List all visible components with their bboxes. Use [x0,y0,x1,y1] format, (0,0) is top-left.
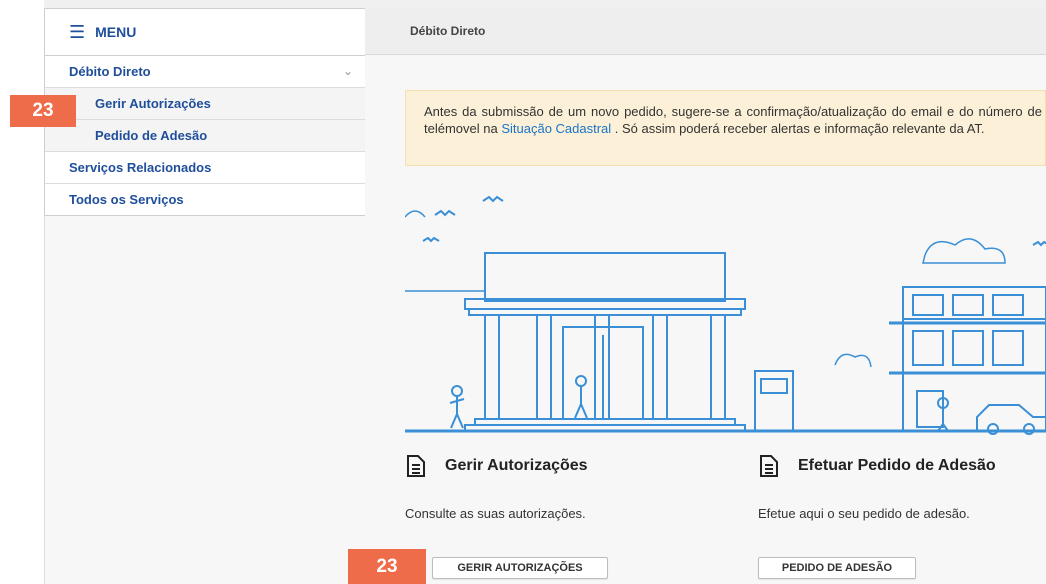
sidebar-item-label: Todos os Serviços [69,192,184,207]
content-header: Débito Direto [365,8,1046,55]
bank-illustration [405,195,1046,435]
card-title: Efetuar Pedido de Adesão [798,457,996,474]
pedido-adesao-button[interactable]: PEDIDO DE ADESÃO [758,557,916,579]
sidebar-item-pedido-adesao[interactable]: Pedido de Adesão [45,120,365,152]
sidebar-item-label: Serviços Relacionados [69,160,212,175]
sidebar-item-gerir-autorizacoes[interactable]: Gerir Autorizações [45,88,365,120]
document-icon [407,455,425,477]
sidebar-item-debito-direto[interactable]: Débito Direto ⌄ [45,56,365,88]
step-badge-button: 23 [348,549,426,584]
card-title: Gerir Autorizações [445,457,588,474]
sidebar-item-label: Débito Direto [69,64,151,79]
hamburger-icon[interactable]: ☰ [69,22,85,43]
info-alert: Antes da submissão de um novo pedido, su… [405,90,1046,166]
sidebar-menu: ☰ MENU Débito Direto ⌄ Gerir Autorizaçõe… [44,8,366,216]
chevron-down-icon[interactable]: ⌄ [343,64,353,78]
sidebar-item-label: Pedido de Adesão [95,128,208,143]
gerir-autorizacoes-button[interactable]: GERIR AUTORIZAÇÕES [432,557,608,579]
main-content: Antes da submissão de um novo pedido, su… [365,55,1046,584]
sidebar-item-servicos-relacionados[interactable]: Serviços Relacionados [45,152,365,184]
alert-text: Antes da submissão de um novo pedido, su… [424,103,1042,137]
card-description: Consulte as suas autorizações. [405,506,586,521]
menu-title: MENU [95,24,137,40]
document-icon [760,455,778,477]
alert-text-after: . Só assim poderá receber alertas e info… [611,121,985,136]
menu-toggle[interactable]: ☰ MENU [45,9,365,56]
situacao-cadastral-link[interactable]: Situação Cadastral [501,121,611,136]
sidebar-item-todos-servicos[interactable]: Todos os Serviços [45,184,365,215]
step-badge-sidebar: 23 [10,95,76,127]
sidebar-item-label: Gerir Autorizações [95,96,211,111]
page-title: Débito Direto [410,24,486,38]
card-description: Efetue aqui o seu pedido de adesão. [758,506,970,521]
